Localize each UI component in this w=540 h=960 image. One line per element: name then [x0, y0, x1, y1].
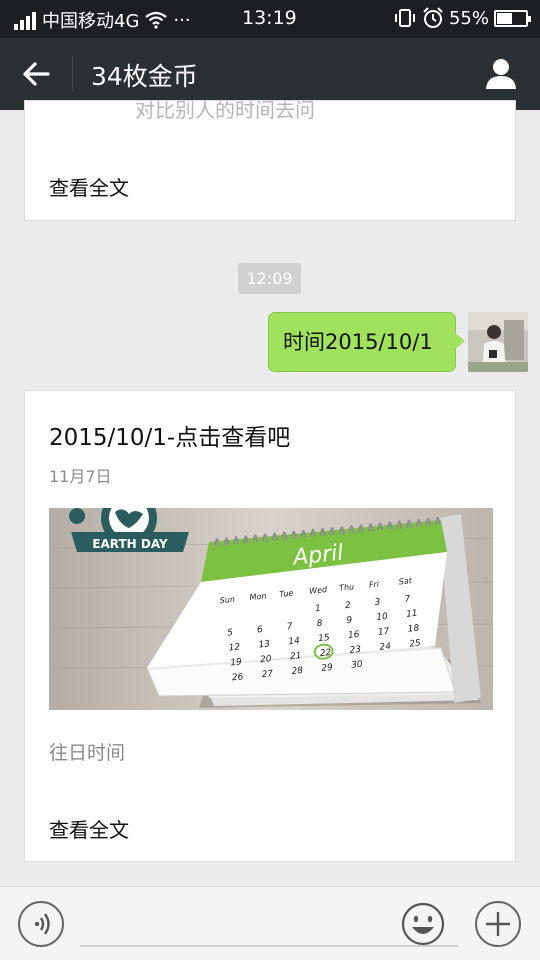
calendar-day: 11: [406, 609, 418, 620]
calendar-day: 29: [321, 663, 334, 674]
calendar-day: 27: [261, 669, 274, 680]
battery-icon: [494, 9, 531, 27]
chat-title: 34枚金币: [91, 62, 198, 91]
emoji-icon[interactable]: [400, 901, 446, 947]
calendar-day: 25: [409, 639, 422, 650]
calendar-weekday: Sun: [219, 595, 235, 606]
wifi-icon: [145, 11, 168, 29]
status-bar: 中国移动4G ··· 13:19 55%: [0, 0, 540, 38]
calendar-day: 10: [376, 612, 389, 623]
calendar-weekday: Sat: [398, 576, 413, 586]
calendar-weekday: Fri: [368, 579, 380, 589]
calendar-day: 20: [260, 654, 273, 665]
calendar-day: 15: [318, 633, 331, 644]
calendar-day: 19: [230, 657, 243, 668]
calendar-day: 1: [315, 604, 322, 615]
input-bar: [0, 886, 540, 960]
calendar-day: 24: [379, 642, 392, 653]
calendar-day: 16: [348, 630, 361, 641]
more-indicator: ···: [173, 9, 191, 31]
read-more-link[interactable]: 查看全文: [49, 172, 129, 201]
signal-icon: [14, 10, 36, 30]
calendar-day: 28: [291, 666, 304, 677]
calendar-day: 12: [228, 642, 241, 653]
calendar-day: 30: [351, 660, 364, 671]
calendar-weekday: Mon: [249, 591, 267, 602]
plus-icon[interactable]: [475, 901, 521, 947]
calendar-day: 22: [319, 648, 332, 659]
voice-icon[interactable]: [18, 901, 64, 947]
article-summary: 往日时间: [49, 742, 126, 764]
read-more-link[interactable]: 查看全文: [49, 814, 129, 843]
calendar-weekday: Tue: [279, 589, 294, 599]
avatar[interactable]: [468, 312, 528, 372]
article-card[interactable]: 2015/10/1-点击查看吧 11月7日 EARTH DAY April Su…: [24, 390, 516, 862]
calendar-day: 23: [349, 645, 362, 656]
vibrate-icon: [394, 9, 415, 27]
calendar-day: 26: [231, 672, 244, 683]
sent-message-bubble[interactable]: 时间2015/10/1: [268, 312, 465, 372]
article-date: 11月7日: [49, 467, 112, 486]
previous-card-text: 对比别人的时间去问: [135, 101, 315, 119]
calendar-day: 18: [407, 624, 420, 635]
header-divider: [72, 56, 73, 92]
calendar-day: 14: [288, 636, 301, 647]
article-title: 2015/10/1-点击查看吧: [49, 425, 291, 451]
article-card-previous[interactable]: 对比别人的时间去问 查看全文: [24, 100, 516, 221]
earth-day-text: EARTH DAY: [92, 537, 168, 551]
calendar-weekday: Thu: [339, 582, 355, 593]
back-arrow-icon[interactable]: [18, 56, 54, 92]
person-icon[interactable]: [484, 56, 518, 90]
article-cover-image[interactable]: EARTH DAY April Sun Mon Tue Wed Thu Fri Sat 1 2 3…: [49, 508, 493, 710]
carrier-label: 中国移动4G: [42, 11, 140, 32]
calendar-day: 21: [290, 651, 302, 662]
calendar-day: 17: [377, 627, 390, 638]
alarm-icon: [423, 7, 443, 28]
message-timestamp: 12:09: [238, 263, 301, 294]
calendar-day: 13: [258, 639, 271, 650]
status-time: 13:19: [242, 7, 297, 29]
battery-percent: 55%: [448, 7, 489, 29]
